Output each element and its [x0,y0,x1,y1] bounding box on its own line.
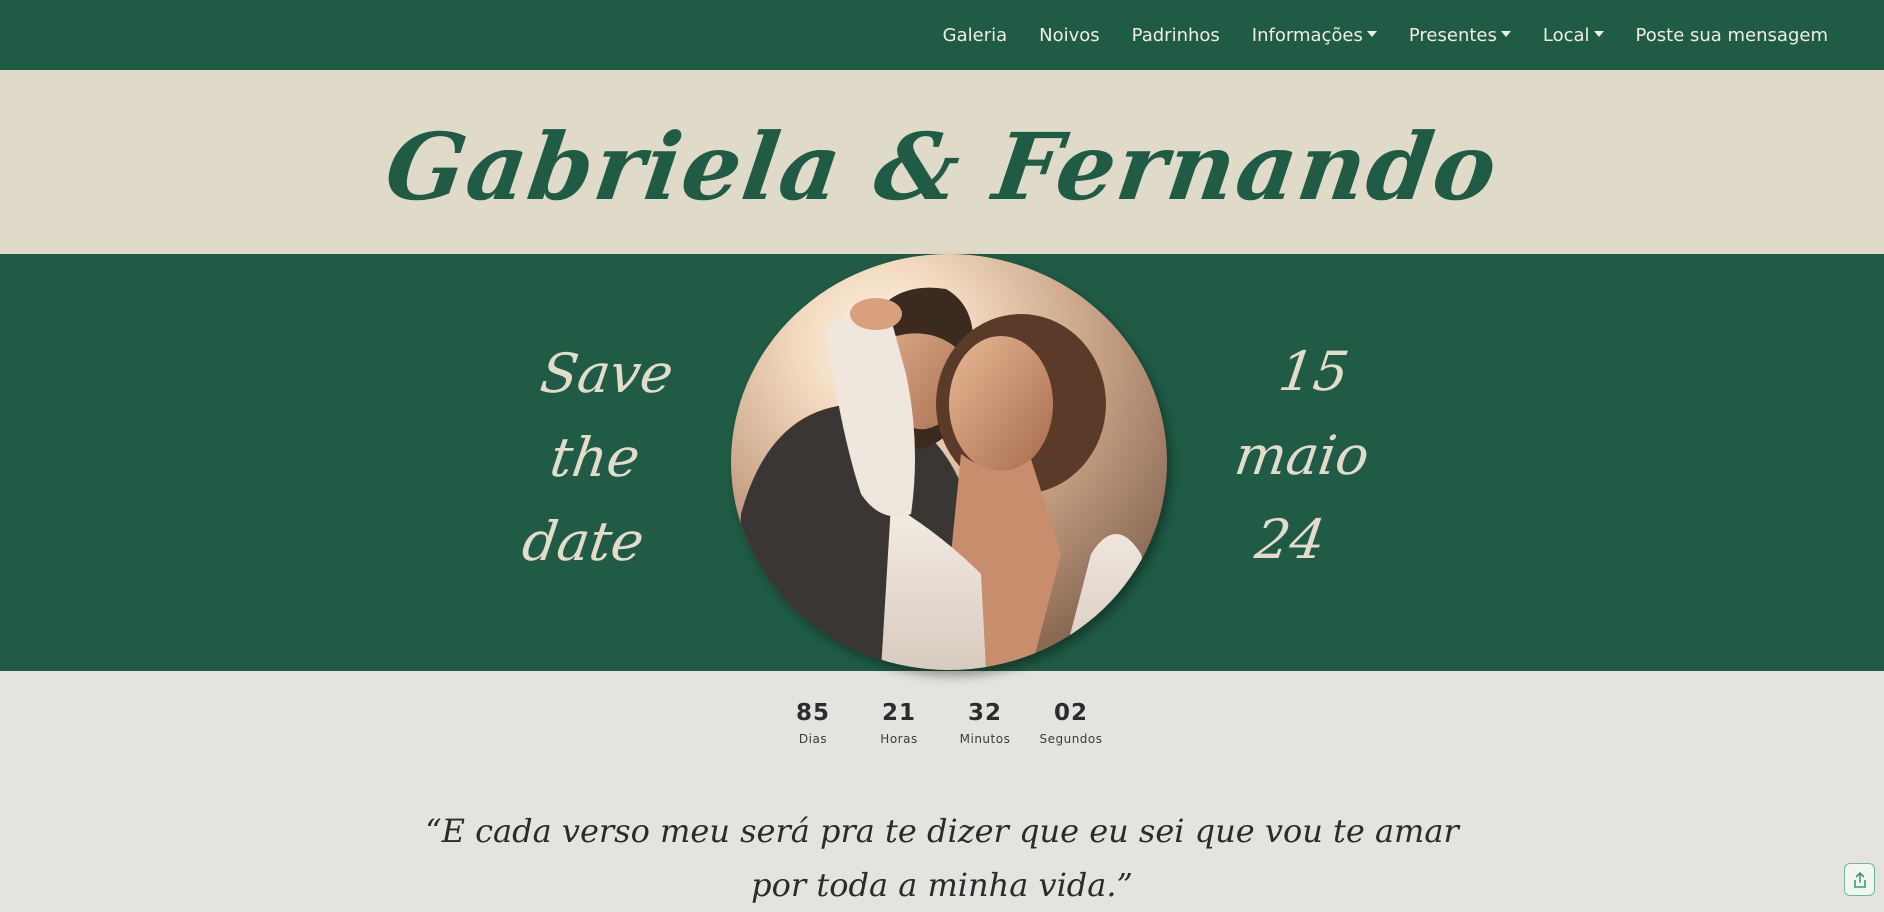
nav-item-label: Presentes [1408,24,1497,46]
top-navbar: Galeria Noivos Padrinhos Informações Pre… [0,0,1884,70]
countdown-days: 85 Dias [770,700,856,746]
nav-item-noivos[interactable]: Noivos [1039,25,1100,46]
nav-dropdown-informacoes[interactable]: Informações [1252,25,1377,46]
love-quote: “E cada verso meu será pra te dizer que … [0,804,1884,912]
countdown-value: 02 [1053,700,1088,726]
date-year: 24 [1251,508,1330,571]
nav-item-label: Padrinhos [1131,24,1220,46]
chevron-down-icon [1366,31,1377,37]
countdown-label: Horas [880,732,918,746]
the-word: the [546,426,644,489]
countdown-minutes: 32 Minutos [942,700,1028,746]
countdown-label: Segundos [1039,732,1103,746]
countdown-value: 85 [795,700,830,726]
nav-item-galeria[interactable]: Galeria [943,25,1008,46]
date-day: 15 [1275,340,1353,403]
nav-item-poste-mensagem[interactable]: Poste sua mensagem [1636,25,1828,46]
countdown-value: 32 [967,700,1002,726]
save-word: Save [536,342,678,405]
share-icon [1853,871,1866,888]
chevron-down-icon [1500,31,1511,37]
quote-line-1: “E cada verso meu será pra te dizer que … [425,812,1459,850]
countdown-seconds: 02 Segundos [1028,700,1114,746]
nav-item-label: Informações [1251,24,1363,46]
nav-item-label: Noivos [1039,24,1100,46]
quote-line-2: por toda a minha vida.” [751,866,1133,904]
countdown-label: Minutos [959,732,1011,746]
nav-item-padrinhos[interactable]: Padrinhos [1132,25,1220,46]
nav-item-label: Galeria [942,24,1008,46]
page-title: Gabriela & Fernando [379,113,1505,221]
share-button[interactable] [1844,863,1875,896]
title-band: Gabriela & Fernando [0,70,1884,254]
nav-dropdown-local[interactable]: Local [1543,25,1604,46]
countdown-value: 21 [881,700,916,726]
couple-photo [731,254,1167,670]
countdown-hours: 21 Horas [856,700,942,746]
nav-dropdown-presentes[interactable]: Presentes [1409,25,1511,46]
nav-item-label: Poste sua mensagem [1635,24,1828,46]
countdown-label: Dias [798,732,828,746]
date-month: maio [1231,424,1374,487]
countdown-timer: 85 Dias 21 Horas 32 Minutos 02 Segundos [0,700,1884,746]
nav-item-label: Local [1542,24,1590,46]
chevron-down-icon [1593,31,1604,37]
date-word: date [518,510,648,573]
